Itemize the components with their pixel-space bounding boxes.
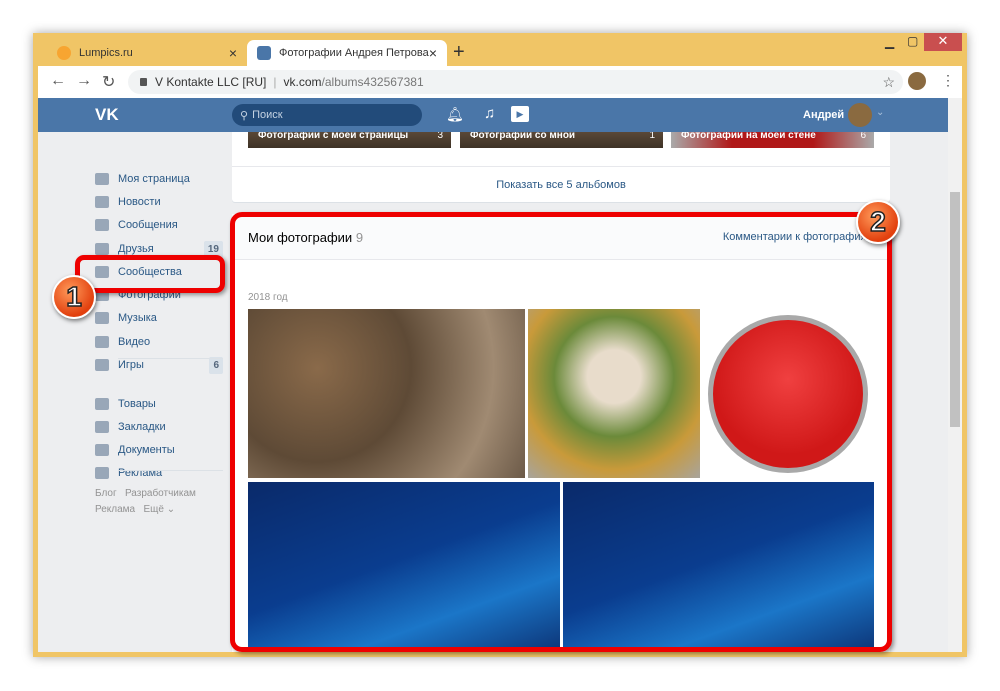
lock-icon xyxy=(140,78,147,86)
annotation-badge-1: 1 xyxy=(52,275,96,319)
sidebar-icon xyxy=(95,467,109,479)
sidebar-icon xyxy=(95,219,109,231)
tab-lumpics[interactable]: Lumpics.ru × xyxy=(47,40,247,66)
play-icon[interactable]: ▶ xyxy=(511,106,529,122)
annotation-highlight-1 xyxy=(75,255,225,293)
new-tab-button[interactable]: + xyxy=(453,41,465,64)
album-count: 3 xyxy=(437,132,443,141)
annotation-badge-2: 2 xyxy=(856,200,900,244)
profile-avatar[interactable] xyxy=(908,72,926,90)
reload-icon[interactable]: ↻ xyxy=(102,72,115,92)
sidebar-icon xyxy=(95,196,109,208)
sidebar-item-label: Новости xyxy=(118,196,161,208)
sidebar-footer: Блог Разработчикам Реклама Ещё ⌄ xyxy=(95,486,225,518)
search-icon: ⚲ xyxy=(240,109,249,122)
vk-header: VK ⚲ Поиск 🔔︎ ♫ ▶ Андрей ⌄ xyxy=(38,98,948,132)
sidebar-item-11[interactable]: Документы xyxy=(95,440,223,460)
divider xyxy=(118,358,223,359)
tab-title: Lumpics.ru xyxy=(79,47,133,59)
sidebar-item-10[interactable]: Закладки xyxy=(95,417,223,437)
album-item[interactable]: Фотографии со мной 1 xyxy=(460,132,663,148)
album-count: 1 xyxy=(649,132,655,141)
sidebar-icon xyxy=(95,359,109,371)
album-title: Фотографии на моей стене xyxy=(681,132,816,141)
album-count: 6 xyxy=(860,132,866,141)
search-placeholder: Поиск xyxy=(252,109,283,121)
sidebar-item-1[interactable]: Новости xyxy=(95,192,223,212)
sidebar-item-label: Видео xyxy=(118,336,151,348)
scrollbar-thumb[interactable] xyxy=(950,192,960,427)
sidebar-item-label: Моя страница xyxy=(118,173,190,185)
count-badge: 6 xyxy=(209,356,223,374)
url-path: /albums432567381 xyxy=(321,75,424,89)
divider xyxy=(118,470,223,471)
address-bar[interactable]: V Kontakte LLC [RU] | vk.com/albums43256… xyxy=(128,70,903,94)
sidebar-item-label: Друзья xyxy=(118,243,154,255)
sidebar-item-0[interactable]: Моя страница xyxy=(95,169,223,189)
sidebar-item-label: Игры xyxy=(118,359,144,371)
sidebar-item-label: Закладки xyxy=(118,421,166,433)
footer-link[interactable]: Блог xyxy=(95,488,117,499)
sidebar-icon xyxy=(95,336,109,348)
sidebar-item-12[interactable]: Реклама xyxy=(95,463,223,483)
sidebar-icon xyxy=(95,312,109,324)
chevron-down-icon[interactable]: ⌄ xyxy=(876,107,884,118)
menu-icon[interactable]: ⋮ xyxy=(941,72,955,89)
album-item[interactable]: Фотографии с моей страницы 3 xyxy=(248,132,451,148)
footer-link[interactable]: Реклама xyxy=(95,504,135,515)
bell-icon[interactable]: 🔔︎ xyxy=(446,106,464,123)
tab-title: Фотографии Андрея Петрова – xyxy=(278,47,429,59)
sidebar-icon xyxy=(95,398,109,410)
album-title: Фотографии с моей страницы xyxy=(258,132,409,141)
close-icon[interactable]: × xyxy=(429,45,437,61)
lumpics-favicon-icon xyxy=(57,46,71,60)
star-icon[interactable]: ☆ xyxy=(882,74,895,91)
sidebar-icon xyxy=(95,243,109,255)
close-icon[interactable]: × xyxy=(229,45,237,61)
sidebar-item-label: Музыка xyxy=(118,312,157,324)
maximize-button[interactable]: ▢ xyxy=(907,34,918,48)
window-close-button[interactable]: ✕ xyxy=(924,33,962,51)
albums-card: Фотографии с моей страницы 3 Фотографии с… xyxy=(232,132,890,202)
forward-icon[interactable]: → xyxy=(76,72,92,90)
sidebar-icon xyxy=(95,173,109,185)
sidebar-item-label: Реклама xyxy=(118,467,163,479)
scrollbar[interactable] xyxy=(948,98,962,652)
sidebar-item-label: Товары xyxy=(118,398,156,410)
album-title: Фотографии со мной xyxy=(470,132,576,141)
sidebar-item-label: Документы xyxy=(118,444,175,456)
footer-link[interactable]: Ещё ⌄ xyxy=(143,504,175,515)
sidebar-item-6[interactable]: Музыка xyxy=(95,308,223,328)
site-identity: V Kontakte LLC [RU] xyxy=(155,75,267,89)
search-input[interactable]: ⚲ Поиск xyxy=(232,104,422,126)
url-host: vk.com xyxy=(283,75,322,89)
tab-vk-photos[interactable]: Фотографии Андрея Петрова – × xyxy=(247,40,447,66)
vk-logo[interactable]: VK xyxy=(95,105,119,125)
user-name[interactable]: Андрей xyxy=(803,109,844,121)
vk-favicon-icon xyxy=(257,46,271,60)
minimize-button[interactable]: ▁ xyxy=(885,35,894,49)
sidebar-item-2[interactable]: Сообщения xyxy=(95,215,223,235)
sidebar-icon xyxy=(95,421,109,433)
sidebar-icon xyxy=(95,444,109,456)
back-icon[interactable]: ← xyxy=(50,72,66,90)
sidebar-item-7[interactable]: Видео xyxy=(95,332,223,352)
user-avatar[interactable] xyxy=(848,103,872,127)
sidebar-item-label: Сообщения xyxy=(118,219,178,231)
footer-link[interactable]: Разработчикам xyxy=(125,488,196,499)
annotation-highlight-2 xyxy=(230,212,892,652)
music-icon[interactable]: ♫ xyxy=(484,105,495,122)
sidebar-item-9[interactable]: Товары xyxy=(95,394,223,414)
show-all-albums-link[interactable]: Показать все 5 альбомов xyxy=(232,179,890,191)
album-item[interactable]: Фотографии на моей стене 6 xyxy=(671,132,874,148)
browser-toolbar: ← → ↻ V Kontakte LLC [RU] | vk.com/album… xyxy=(38,66,962,98)
